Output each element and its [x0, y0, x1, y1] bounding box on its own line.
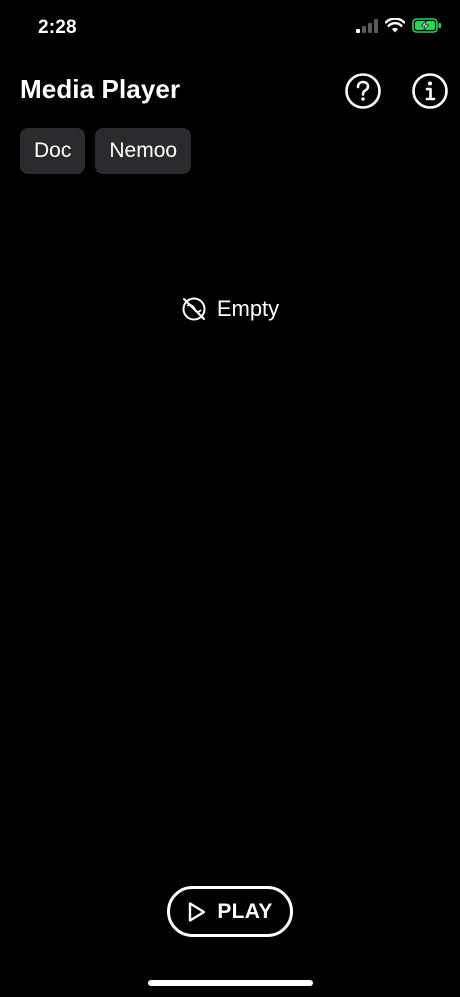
battery-charging-icon — [412, 18, 441, 33]
status-icons — [356, 18, 442, 33]
cellular-signal-icon — [356, 18, 378, 33]
help-button[interactable] — [344, 72, 382, 110]
question-circle-icon — [345, 73, 381, 109]
status-time: 2:28 — [38, 17, 77, 38]
filter-chips: Doc Nemoo — [20, 128, 192, 174]
play-button[interactable]: PLAY — [167, 886, 293, 937]
play-icon — [189, 901, 206, 922]
empty-label: Empty — [216, 296, 280, 321]
home-indicator[interactable] — [148, 980, 313, 986]
info-button[interactable] — [411, 72, 449, 110]
wifi-icon — [385, 18, 405, 33]
status-bar: 2:28 — [0, 0, 460, 56]
chip-nemoo[interactable]: Nemoo — [95, 128, 192, 174]
chip-doc[interactable]: Doc — [20, 128, 86, 174]
empty-state: Empty — [0, 296, 460, 322]
page-title: Media Player — [20, 74, 181, 104]
play-label: PLAY — [217, 899, 273, 923]
info-circle-icon — [412, 73, 448, 109]
no-data-icon — [182, 297, 206, 321]
